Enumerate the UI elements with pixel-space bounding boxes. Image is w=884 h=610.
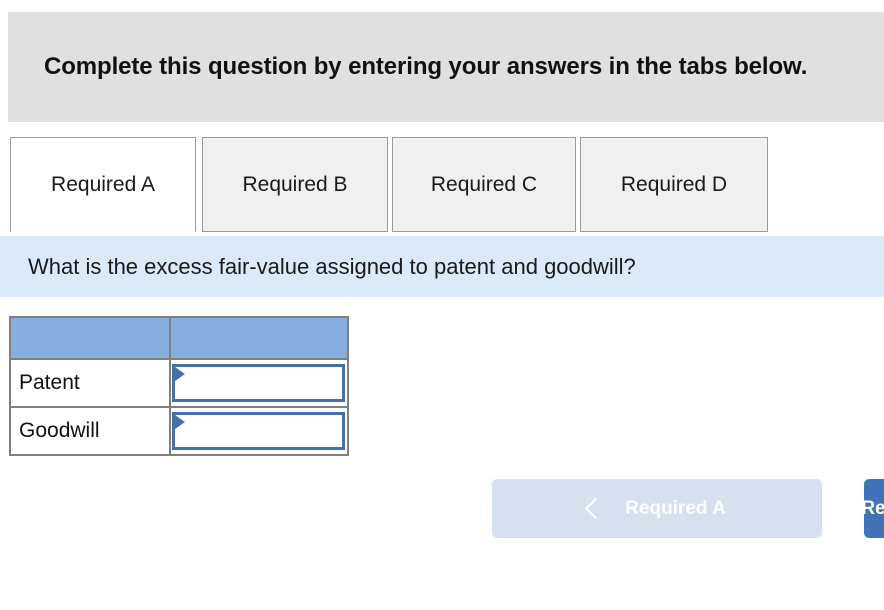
chevron-left-icon <box>585 497 607 520</box>
tab-required-b[interactable]: Required B <box>202 137 388 232</box>
next-tab-button[interactable]: Required B <box>861 479 884 538</box>
cell-marker-triangle-icon <box>175 366 185 381</box>
next-tab-label: Required B <box>861 497 884 519</box>
header-cell-value <box>169 316 349 360</box>
tab-label: Required A <box>51 172 155 196</box>
cell-marker-triangle-icon <box>175 414 185 429</box>
row-input-cell <box>169 358 349 408</box>
tab-strip: Required A Required B Required C Require… <box>0 137 884 234</box>
patent-value-input[interactable] <box>172 363 345 402</box>
row-label-goodwill: Goodwill <box>9 406 171 456</box>
header-cell-label <box>9 316 171 360</box>
tab-required-d[interactable]: Required D <box>580 137 768 232</box>
question-text: What is the excess fair-value assigned t… <box>28 253 636 279</box>
answer-table: Patent Goodwill <box>9 316 349 456</box>
question-band: What is the excess fair-value assigned t… <box>0 236 884 297</box>
previous-tab-button[interactable]: Required A <box>492 479 822 538</box>
previous-tab-label: Required A <box>625 497 726 519</box>
tab-required-c[interactable]: Required C <box>392 137 576 232</box>
instruction-text: Complete this question by entering your … <box>44 53 808 80</box>
instruction-banner: Complete this question by entering your … <box>8 12 884 122</box>
table-row: Goodwill <box>9 406 349 456</box>
table-row: Patent <box>9 358 349 408</box>
tab-label: Required C <box>430 172 538 196</box>
row-input-cell <box>169 406 349 456</box>
tab-required-a[interactable]: Required A <box>10 137 196 232</box>
goodwill-value-input[interactable] <box>172 411 345 450</box>
tab-label: Required B <box>242 172 348 196</box>
tab-label: Required D <box>620 172 728 196</box>
row-label-patent: Patent <box>9 358 171 408</box>
table-header-row <box>9 316 349 360</box>
